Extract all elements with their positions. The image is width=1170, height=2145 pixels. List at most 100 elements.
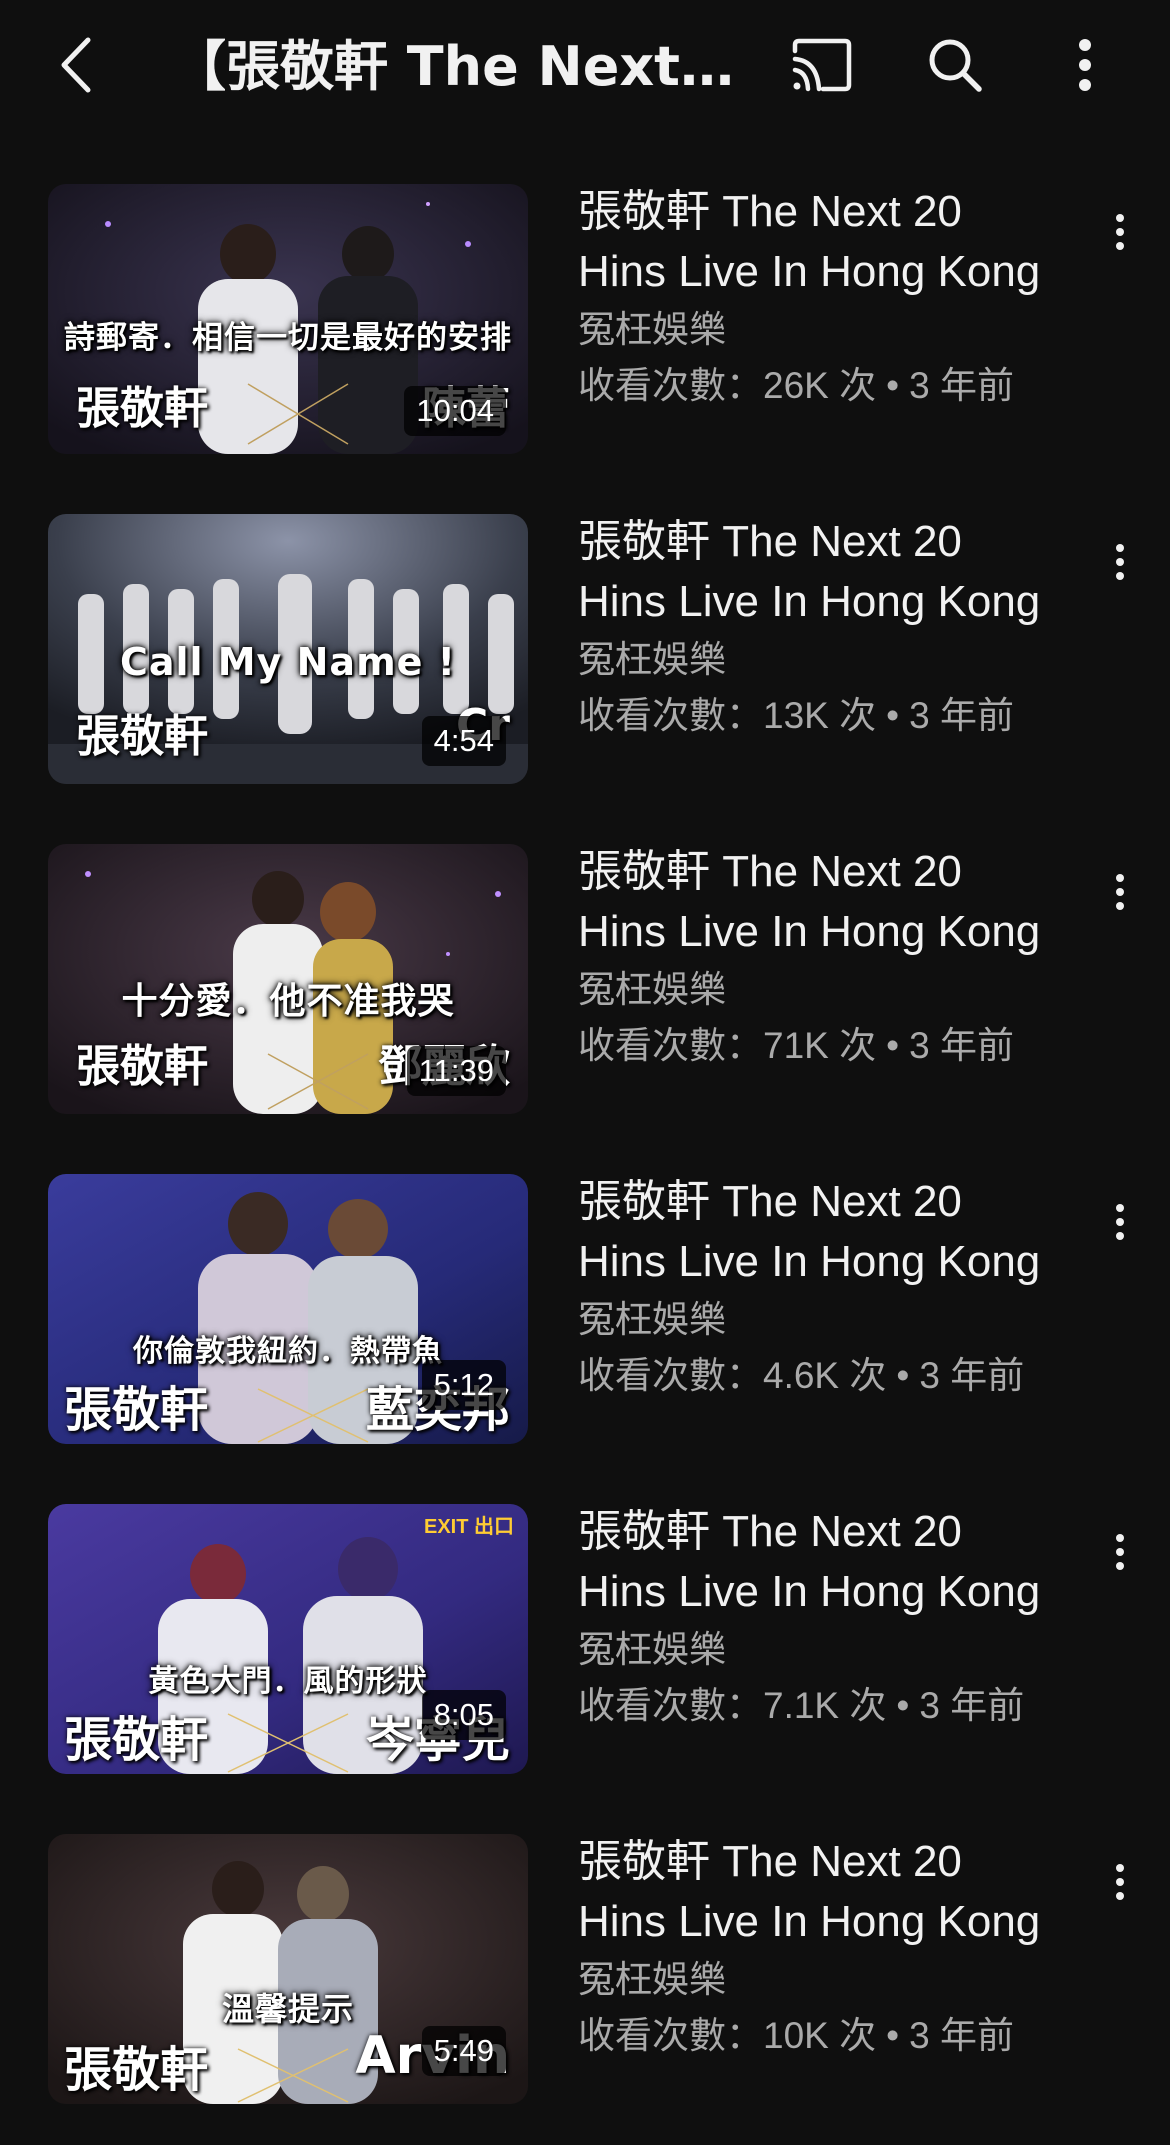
channel-name[interactable]: 冤枉娛樂 xyxy=(578,1622,1078,1678)
search-icon xyxy=(929,39,982,92)
video-thumbnail[interactable]: 溫馨提示 張敬軒 Arvin 5:49 xyxy=(48,1834,528,2104)
upload-age: 3 年前 xyxy=(909,2015,1014,2056)
video-list-item[interactable]: 你倫敦我紐約．熱帶魚 張敬軒 藍奕邦 5:12 張敬軒 The Next 20 … xyxy=(0,1172,1170,1447)
thumbnail-singer-left: 張敬軒 xyxy=(64,2042,209,2098)
channel-name[interactable]: 冤枉娛樂 xyxy=(578,962,1078,1018)
video-thumbnail[interactable]: Call My Name ! 張敬軒 Cr 4:54 xyxy=(48,514,528,784)
thumbnail-caption: 詩郵寄．相信一切是最好的安排 xyxy=(64,320,512,356)
item-more-button[interactable] xyxy=(1100,532,1140,592)
more-vertical-icon xyxy=(1116,1864,1124,1900)
channel-name[interactable]: 冤枉娛樂 xyxy=(578,632,1078,688)
video-title-line: 張敬軒 The Next 20 xyxy=(578,1507,962,1556)
upload-age: 3 年前 xyxy=(909,365,1014,406)
search-button[interactable] xyxy=(915,25,995,105)
view-count: 收看次數：26K 次 xyxy=(578,365,877,406)
upload-age: 3 年前 xyxy=(919,1685,1025,1726)
upload-age: 3 年前 xyxy=(919,1355,1025,1396)
video-list-item[interactable]: EXIT 出口 黃色大門．風的形狀 張敬軒 岑寧兒 8:05 張敬軒 The N… xyxy=(0,1502,1170,1777)
video-stats: 收看次數：13K 次 • 3 年前 xyxy=(578,688,1078,744)
item-more-button[interactable] xyxy=(1100,202,1140,262)
more-vertical-icon xyxy=(1116,1534,1124,1570)
video-stats: 收看次數：7.1K 次 • 3 年前 xyxy=(578,1678,1078,1734)
thumbnail-singer-left: 張敬軒 xyxy=(64,1712,209,1768)
thumbnail-singer-left: 張敬軒 xyxy=(76,1041,208,1092)
view-count: 收看次數：10K 次 xyxy=(578,2015,877,2056)
page-title: 【張敬軒 The Next 20 Hins Live In Hong Kong xyxy=(172,35,742,98)
item-more-button[interactable] xyxy=(1100,1192,1140,1252)
video-thumbnail[interactable]: 你倫敦我紐約．熱帶魚 張敬軒 藍奕邦 5:12 xyxy=(48,1174,528,1444)
video-title[interactable]: 張敬軒 The Next 20 Hins Live In Hong Kong xyxy=(578,512,1078,632)
channel-name[interactable]: 冤枉娛樂 xyxy=(578,1292,1078,1348)
more-vertical-icon xyxy=(1116,1204,1124,1240)
video-meta[interactable]: 張敬軒 The Next 20 Hins Live In Hong Kong 冤… xyxy=(578,512,1078,744)
duration-badge: 4:54 xyxy=(421,716,506,766)
video-stats: 收看次數：4.6K 次 • 3 年前 xyxy=(578,1348,1078,1404)
video-title-line: Hins Live In Hong Kong xyxy=(578,1567,1041,1616)
video-title-line: 張敬軒 The Next 20 xyxy=(578,1837,962,1886)
cast-button[interactable] xyxy=(782,25,862,105)
thumbnail-caption: 溫馨提示 xyxy=(221,1990,354,2028)
video-meta[interactable]: 張敬軒 The Next 20 Hins Live In Hong Kong 冤… xyxy=(578,182,1078,414)
duration-badge: 11:39 xyxy=(406,1046,506,1096)
more-vertical-icon xyxy=(1116,544,1124,580)
video-thumbnail[interactable]: 十分愛．他不准我哭 張敬軒 鄧麗欣 11:39 xyxy=(48,844,528,1114)
view-count: 收看次數：13K 次 xyxy=(578,695,877,736)
video-title[interactable]: 張敬軒 The Next 20 Hins Live In Hong Kong xyxy=(578,1502,1078,1622)
separator-dot: • xyxy=(886,695,900,736)
item-more-button[interactable] xyxy=(1100,1852,1140,1912)
separator-dot: • xyxy=(886,365,900,406)
duration-badge: 5:12 xyxy=(421,1360,506,1410)
video-title-line: 張敬軒 The Next 20 xyxy=(578,517,962,566)
video-title[interactable]: 張敬軒 The Next 20 Hins Live In Hong Kong xyxy=(578,1172,1078,1292)
more-vertical-icon xyxy=(1116,214,1124,250)
video-title-line: Hins Live In Hong Kong xyxy=(578,1897,1041,1946)
back-button[interactable] xyxy=(40,25,120,105)
video-title-line: Hins Live In Hong Kong xyxy=(578,577,1041,626)
thumbnail-singer-left: 張敬軒 xyxy=(64,1382,209,1438)
video-thumbnail[interactable]: 詩郵寄．相信一切是最好的安排 張敬軒 陳蕾 10:04 xyxy=(48,184,528,454)
video-meta[interactable]: 張敬軒 The Next 20 Hins Live In Hong Kong 冤… xyxy=(578,1172,1078,1404)
cast-icon xyxy=(792,38,852,92)
more-options-button[interactable] xyxy=(1045,25,1125,105)
view-count: 收看次數：7.1K 次 xyxy=(578,1685,887,1726)
separator-dot: • xyxy=(896,1355,910,1396)
duration-badge: 10:04 xyxy=(404,386,506,436)
video-list-item[interactable]: 詩郵寄．相信一切是最好的安排 張敬軒 陳蕾 10:04 張敬軒 The Next… xyxy=(0,182,1170,457)
separator-dot: • xyxy=(896,1685,910,1726)
item-more-button[interactable] xyxy=(1100,1522,1140,1582)
duration-badge: 5:49 xyxy=(421,2026,506,2076)
video-meta[interactable]: 張敬軒 The Next 20 Hins Live In Hong Kong 冤… xyxy=(578,842,1078,1074)
video-title-line: 張敬軒 The Next 20 xyxy=(578,1177,962,1226)
video-title[interactable]: 張敬軒 The Next 20 Hins Live In Hong Kong xyxy=(578,842,1078,962)
separator-dot: • xyxy=(886,1025,900,1066)
thumbnail-exit-sign: EXIT 出口 xyxy=(423,1516,514,1538)
item-more-button[interactable] xyxy=(1100,862,1140,922)
chevron-left-icon xyxy=(61,37,91,93)
video-title-line: 張敬軒 The Next 20 xyxy=(578,187,962,236)
video-meta[interactable]: 張敬軒 The Next 20 Hins Live In Hong Kong 冤… xyxy=(578,1832,1078,2064)
duration-badge: 8:05 xyxy=(421,1690,506,1740)
video-title-line: Hins Live In Hong Kong xyxy=(578,247,1041,296)
video-title[interactable]: 張敬軒 The Next 20 Hins Live In Hong Kong xyxy=(578,182,1078,302)
channel-name[interactable]: 冤枉娛樂 xyxy=(578,302,1078,358)
more-vertical-icon xyxy=(1116,874,1124,910)
thumbnail-singer-left: 張敬軒 xyxy=(76,383,208,434)
thumbnail-caption: 十分愛．他不准我哭 xyxy=(121,981,455,1022)
video-list-item[interactable]: Call My Name ! 張敬軒 Cr 4:54 張敬軒 The Next … xyxy=(0,512,1170,787)
video-thumbnail[interactable]: EXIT 出口 黃色大門．風的形狀 張敬軒 岑寧兒 8:05 xyxy=(48,1504,528,1774)
video-stats: 收看次數：10K 次 • 3 年前 xyxy=(578,2008,1078,2064)
video-title[interactable]: 張敬軒 The Next 20 Hins Live In Hong Kong xyxy=(578,1832,1078,1952)
upload-age: 3 年前 xyxy=(909,1025,1014,1066)
video-list-item[interactable]: 十分愛．他不准我哭 張敬軒 鄧麗欣 11:39 張敬軒 The Next 20 … xyxy=(0,842,1170,1117)
video-title-line: Hins Live In Hong Kong xyxy=(578,1237,1041,1286)
video-meta[interactable]: 張敬軒 The Next 20 Hins Live In Hong Kong 冤… xyxy=(578,1502,1078,1734)
video-stats: 收看次數：71K 次 • 3 年前 xyxy=(578,1018,1078,1074)
upload-age: 3 年前 xyxy=(909,695,1014,736)
top-app-bar: 【張敬軒 The Next 20 Hins Live In Hong Kong xyxy=(0,0,1170,140)
view-count: 收看次數：71K 次 xyxy=(578,1025,877,1066)
view-count: 收看次數：4.6K 次 xyxy=(578,1355,887,1396)
video-title-line: Hins Live In Hong Kong xyxy=(578,907,1041,956)
thumbnail-caption: Call My Name ! xyxy=(120,640,456,684)
channel-name[interactable]: 冤枉娛樂 xyxy=(578,1952,1078,2008)
video-list-item[interactable]: 溫馨提示 張敬軒 Arvin 5:49 張敬軒 The Next 20 Hins… xyxy=(0,1832,1170,2107)
